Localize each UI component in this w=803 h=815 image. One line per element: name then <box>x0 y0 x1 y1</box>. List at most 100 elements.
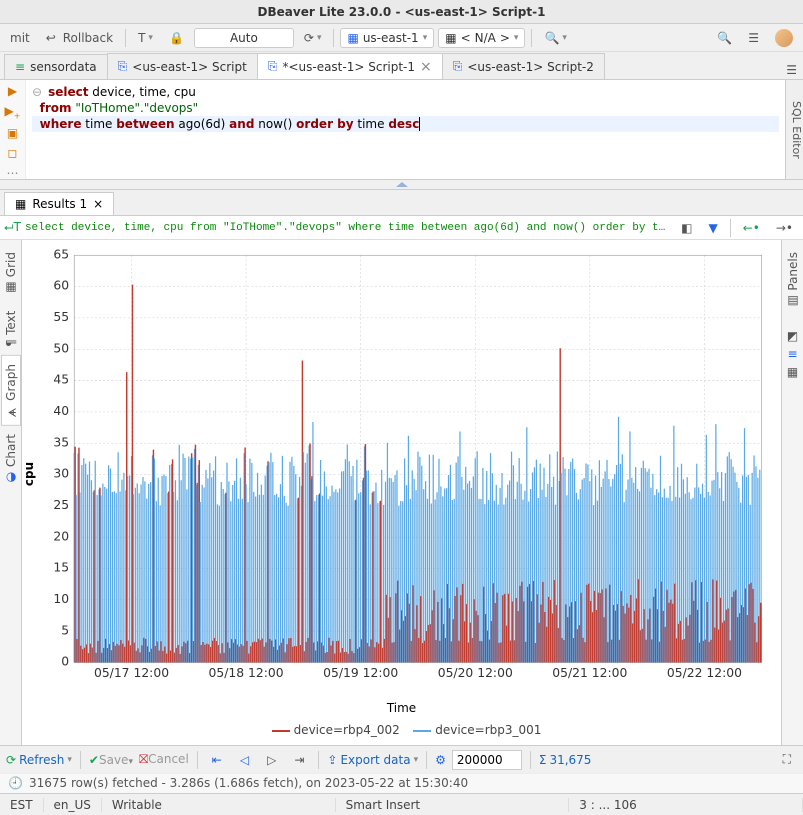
status-bar: EST en_US Writable Smart Insert 3 : ... … <box>0 793 803 815</box>
table-icon: ≡ <box>15 60 25 74</box>
run-icon[interactable]: ▶ <box>8 84 17 98</box>
query-echo: select device, time, cpu from "IoTHome".… <box>25 222 671 234</box>
panel-btn-3[interactable]: ▦ <box>781 363 803 381</box>
view-text[interactable]: ¶Text <box>2 303 20 355</box>
tabs-menu-button[interactable]: ☰ <box>780 61 803 79</box>
sql-editor: ▶ ▶+ ▣ ◻ ⋯ ⊖select device, time, cpu fro… <box>0 80 803 180</box>
cancel-button[interactable]: ⛝Cancel <box>139 752 189 767</box>
view-graph[interactable]: ᗘGraph <box>1 355 21 426</box>
view-tabs-right: ▤Panels ◩ ≡ ▦ <box>781 240 803 745</box>
panel-btn-2[interactable]: ≡ <box>781 345 803 363</box>
status-locale: en_US <box>44 798 102 812</box>
view-grid[interactable]: ▦Grid <box>2 244 20 303</box>
tab-sensordata[interactable]: ≡sensordata <box>4 54 108 79</box>
chart-icon: ◐ <box>4 471 18 485</box>
svg-text:20: 20 <box>53 528 69 543</box>
tx-mode-button[interactable]: T▾ <box>132 29 159 47</box>
row-count[interactable]: Σ31,675 <box>539 753 592 767</box>
filter-button[interactable]: ▼ <box>702 219 723 237</box>
results-footer: ⟳Refresh▾ ✔Save▾ ⛝Cancel ⇤ ◁ ▷ ⇥ ⇪Export… <box>0 745 803 773</box>
side-panel-label[interactable]: SQL Editor <box>785 80 803 179</box>
sash[interactable] <box>0 180 803 190</box>
svg-text:35: 35 <box>53 434 69 449</box>
prev-page-button[interactable]: ◁ <box>234 751 255 769</box>
editor-gutter: ▶ ▶+ ▣ ◻ ⋯ <box>0 80 26 179</box>
search-toolbar-button[interactable]: 🔍▾ <box>538 29 572 47</box>
result-tabs: ▦Results 1× <box>0 190 803 216</box>
view-tabs-left: ▦Grid ¶Text ᗘGraph ◐Chart <box>0 240 22 745</box>
results-area: ▦Grid ¶Text ᗘGraph ◐Chart cpu 0510152025… <box>0 240 803 745</box>
explain-icon[interactable]: ▣ <box>7 126 18 140</box>
svg-text:50: 50 <box>53 340 69 355</box>
svg-text:55: 55 <box>53 309 69 324</box>
y-axis-label: cpu <box>22 461 36 485</box>
fetch-status: 🕘31675 row(s) fetched - 3.286s (1.686s f… <box>0 773 803 793</box>
prev-button[interactable]: ←• <box>737 219 766 237</box>
legend-swatch-2 <box>413 730 431 732</box>
maximize-button[interactable]: ⛶ <box>777 750 797 769</box>
svg-text:5: 5 <box>61 622 69 637</box>
code-area[interactable]: ⊖select device, time, cpu from "IoTHome"… <box>26 80 785 179</box>
refresh-icon: ⟳ <box>6 753 16 767</box>
svg-text:65: 65 <box>53 249 69 261</box>
export-button[interactable]: ⇪Export data▾ <box>327 753 418 767</box>
gear-icon[interactable]: ⚙ <box>435 753 446 767</box>
refresh-button[interactable]: ⟳Refresh▾ <box>6 753 72 767</box>
svg-text:05/22 12:00: 05/22 12:00 <box>667 665 742 680</box>
panels-icon: ▤ <box>786 295 800 309</box>
save-button[interactable]: ✔Save▾ <box>89 753 133 767</box>
text-icon: ¶ <box>4 339 18 347</box>
next-page-button[interactable]: ▷ <box>261 751 282 769</box>
tab-script-2[interactable]: ⎘<us-east-1> Script-2 <box>442 53 605 79</box>
status-insert: Smart Insert <box>336 798 570 812</box>
row-limit-input[interactable] <box>452 750 522 770</box>
close-icon[interactable]: × <box>93 197 103 211</box>
svg-text:15: 15 <box>53 560 69 575</box>
last-button[interactable]: ⇥ <box>288 751 310 769</box>
rollback-button[interactable]: ↩Rollback <box>40 29 119 47</box>
commit-mode-combo[interactable]: Auto <box>194 28 294 48</box>
first-button[interactable]: ⇤ <box>206 751 228 769</box>
connection-combo[interactable]: ▦us-east-1▾ <box>340 28 434 48</box>
status-tz: EST <box>0 798 44 812</box>
view-chart[interactable]: ◐Chart <box>2 426 20 493</box>
grid-icon: ▦ <box>4 281 18 295</box>
sql-icon: ⎘ <box>118 59 128 74</box>
legend-swatch-1 <box>272 730 290 732</box>
panel-btn-1[interactable]: ◩ <box>781 327 803 345</box>
db-icon: ▦ <box>347 31 358 45</box>
status-mode: Writable <box>102 798 336 812</box>
view-panels[interactable]: ▤Panels <box>784 244 802 317</box>
avatar <box>775 29 793 47</box>
database-combo[interactable]: ▦< N/A >▾ <box>438 28 525 48</box>
next-button[interactable]: →• <box>770 219 799 237</box>
svg-text:05/18 12:00: 05/18 12:00 <box>209 665 284 680</box>
tab-script-0[interactable]: ⎘<us-east-1> Script <box>107 53 258 79</box>
plan-icon[interactable]: ◻ <box>8 146 18 160</box>
svg-text:40: 40 <box>53 403 69 418</box>
more-icon[interactable]: ⋯ <box>7 166 19 180</box>
status-pos: 3 : ... 106 <box>569 798 803 812</box>
db-icon: ▦ <box>445 31 456 45</box>
lock-button[interactable]: 🔒 <box>163 29 190 47</box>
tab-script-1[interactable]: ⎘*<us-east-1> Script-1× <box>257 53 443 79</box>
check-icon: ✔ <box>89 753 99 767</box>
avatar-button[interactable] <box>769 27 799 49</box>
query-icon: ⮠T <box>4 220 21 235</box>
rollback-icon: ↩ <box>46 31 60 45</box>
layout-button[interactable]: ☰ <box>742 29 765 47</box>
history-button[interactable]: ⟳▾ <box>298 29 328 47</box>
search-button[interactable]: 🔍 <box>711 29 738 47</box>
commit-button[interactable]: mit <box>4 29 36 47</box>
erase-button[interactable]: ◧ <box>675 219 698 237</box>
tab-results-1[interactable]: ▦Results 1× <box>4 192 114 215</box>
chart-plot[interactable]: cpu 0510152025303540455055606505/17 12:0… <box>30 248 773 699</box>
chart-svg: 0510152025303540455055606505/17 12:0005/… <box>31 249 772 698</box>
svg-text:05/21 12:00: 05/21 12:00 <box>552 665 627 680</box>
close-icon[interactable]: × <box>420 60 432 74</box>
run-script-icon[interactable]: ▶+ <box>5 104 21 120</box>
svg-text:30: 30 <box>53 466 69 481</box>
svg-text:45: 45 <box>53 372 69 387</box>
svg-text:05/20 12:00: 05/20 12:00 <box>438 665 513 680</box>
svg-text:05/19 12:00: 05/19 12:00 <box>323 665 398 680</box>
